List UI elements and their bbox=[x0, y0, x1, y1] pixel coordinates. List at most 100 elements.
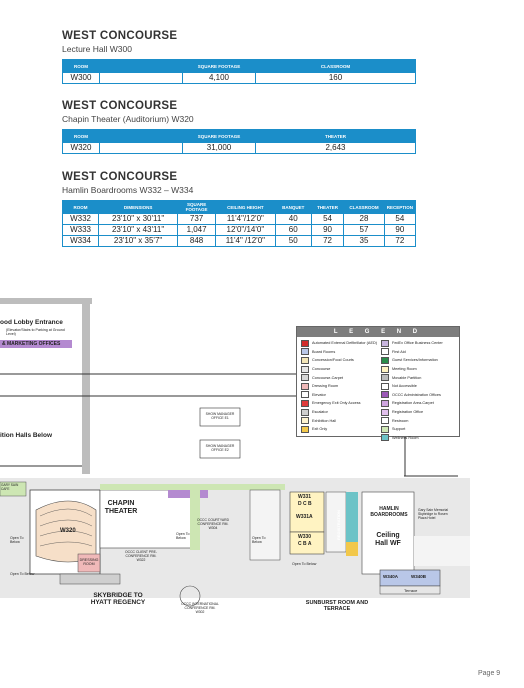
legend-label: Registration Area-Carpet bbox=[392, 401, 434, 406]
section-title: WEST CONCOURSE bbox=[62, 100, 178, 112]
legend-item: Exit Only bbox=[301, 425, 379, 434]
legend-item: Movable Partition bbox=[381, 373, 459, 382]
legend-swatch bbox=[381, 382, 389, 390]
legend-label: Meeting Room bbox=[392, 367, 417, 372]
legend-swatch bbox=[301, 417, 309, 425]
legend-item: Dressing Room bbox=[301, 382, 379, 391]
page-number: Page 9 bbox=[478, 670, 501, 677]
chapin-label: CHAPIN THEATER bbox=[104, 500, 138, 515]
table-cell: 35 bbox=[343, 235, 385, 247]
col-header: ROOM bbox=[62, 59, 100, 73]
table-cell: 11'4" /12'0" bbox=[215, 235, 276, 247]
table-cell: 40 bbox=[274, 213, 312, 225]
legend-label: Concourse-Carpet bbox=[312, 375, 344, 380]
legend-item: Registration Office bbox=[381, 408, 459, 417]
table-cell: 23'10" x 35'7" bbox=[98, 235, 179, 247]
table-cell: 12'0"/14'0" bbox=[215, 224, 276, 236]
legend-label: Movable Partition bbox=[392, 375, 422, 380]
table-cell: 57 bbox=[343, 224, 385, 236]
legend-label: Escalator bbox=[312, 410, 328, 415]
table-cell: 11'4"/12'0" bbox=[215, 213, 276, 225]
table-cell: 737 bbox=[177, 213, 217, 225]
legend-item: Support bbox=[381, 425, 459, 434]
legend-label: Emergency Exit Only Access bbox=[312, 401, 361, 406]
legend-swatch bbox=[301, 356, 309, 364]
table-cell: 90 bbox=[310, 224, 345, 236]
exhibition-label: ition Halls Below bbox=[0, 432, 53, 439]
col-header bbox=[99, 59, 183, 73]
legend-label: Board Rooms bbox=[312, 349, 336, 354]
open-below-label: Open To Below bbox=[176, 532, 190, 540]
legend-item: First Aid bbox=[381, 348, 459, 357]
open-below-label: Open To Below bbox=[10, 536, 24, 544]
skybridge-label: SKYBRIDGE TO HYATT REGENCY bbox=[90, 592, 146, 606]
section-subtitle: Chapin Theater (Auditorium) W320 bbox=[62, 114, 194, 124]
legend-label: Restroom bbox=[392, 418, 409, 423]
legend-label: Exhibition Hall bbox=[312, 418, 337, 423]
legend-swatch bbox=[381, 356, 389, 364]
col-header: SQUARE FOOTAGE bbox=[177, 200, 217, 214]
table-cell: 90 bbox=[383, 224, 417, 236]
table-cell: 60 bbox=[274, 224, 312, 236]
table-cell: W334 bbox=[61, 235, 100, 247]
legend-swatch bbox=[301, 374, 309, 382]
w331-label: W331 bbox=[298, 494, 312, 500]
marketing-label: & MARKETING OFFICES bbox=[2, 341, 61, 347]
legend-swatch bbox=[381, 339, 389, 347]
legend-swatch bbox=[381, 425, 389, 433]
legend-item: Elevator bbox=[301, 391, 379, 400]
capacity-table: ROOM SQUARE FOOTAGE CLASSROOM W300 4,100… bbox=[62, 59, 416, 84]
w330-sections-label: C B A bbox=[298, 541, 312, 547]
map-legend: L E G E N D Automated External Defibrill… bbox=[296, 326, 460, 442]
legend-label: Automated External Defibrillator (AED) bbox=[312, 341, 377, 346]
legend-swatch bbox=[301, 391, 309, 399]
table-cell: 72 bbox=[310, 235, 345, 247]
legend-item: Concourse-Carpet bbox=[301, 373, 379, 382]
legend-item: Concourse bbox=[301, 365, 379, 374]
w340b-label: W340B bbox=[411, 574, 427, 579]
table-cell: 54 bbox=[310, 213, 345, 225]
legend-item: Escalator bbox=[301, 408, 379, 417]
col-header: CLASSROOM bbox=[255, 59, 416, 73]
legend-label: Guest Services/Information bbox=[392, 358, 438, 363]
col-header: ROOM bbox=[61, 200, 100, 214]
dressing-room-label: DRESSING ROOM bbox=[79, 558, 99, 566]
table-cell bbox=[99, 142, 183, 154]
w331a-label: W331A bbox=[296, 514, 313, 520]
open-below-label: Open To Below bbox=[10, 572, 35, 576]
section-title: WEST CONCOURSE bbox=[62, 30, 178, 42]
capacity-table: ROOM DIMENSIONS SQUARE FOOTAGE CEILING H… bbox=[61, 200, 417, 247]
legend-label: Concession/Food Courts bbox=[312, 358, 354, 363]
table-cell: W332 bbox=[61, 213, 100, 225]
w320-label: W320 bbox=[60, 528, 76, 534]
legend-swatch bbox=[301, 425, 309, 433]
registration-label: REGISTRATION bbox=[336, 510, 341, 540]
col-header: THEATER bbox=[310, 200, 345, 214]
col-header: BANQUET bbox=[274, 200, 312, 214]
section-subtitle: Hamlin Boardrooms W332 – W334 bbox=[62, 185, 194, 195]
section-title: WEST CONCOURSE bbox=[62, 171, 178, 183]
table-row: W320 31,000 2,643 bbox=[62, 142, 416, 154]
table-row: W332 23'10" x 30'11" 737 11'4"/12'0" 40 … bbox=[61, 213, 417, 225]
lobby-sub-label: (Elevator/Stairs to Parking at Ground Le… bbox=[6, 328, 65, 336]
table-row: W333 23'10" x 43'11" 1,047 12'0"/14'0" 6… bbox=[61, 224, 417, 236]
col-header bbox=[99, 129, 183, 143]
legend-swatch bbox=[301, 408, 309, 416]
ceiling-hall-label: Ceiling Hall WF bbox=[375, 532, 401, 547]
legend-swatch bbox=[381, 399, 389, 407]
table-cell: 28 bbox=[343, 213, 385, 225]
legend-item: OCCC Administration Offices bbox=[381, 391, 459, 400]
col-header: DIMENSIONS bbox=[98, 200, 179, 214]
legend-swatch bbox=[301, 382, 309, 390]
legend-item: Automated External Defibrillator (AED) bbox=[301, 339, 379, 348]
legend-swatch bbox=[381, 391, 389, 399]
table-cell bbox=[99, 72, 183, 84]
table-cell: 54 bbox=[383, 213, 417, 225]
table-cell: 4,100 bbox=[182, 72, 256, 84]
legend-label: FedEx Office Business Center bbox=[392, 341, 443, 346]
col-header: THEATER bbox=[255, 129, 416, 143]
show-manager-e1-label: SHOW MANAGER OFFICE E1 bbox=[205, 412, 235, 420]
legend-label: Wellness Room bbox=[392, 435, 419, 440]
legend-item: Board Rooms bbox=[301, 348, 379, 357]
legend-swatch bbox=[301, 339, 309, 347]
